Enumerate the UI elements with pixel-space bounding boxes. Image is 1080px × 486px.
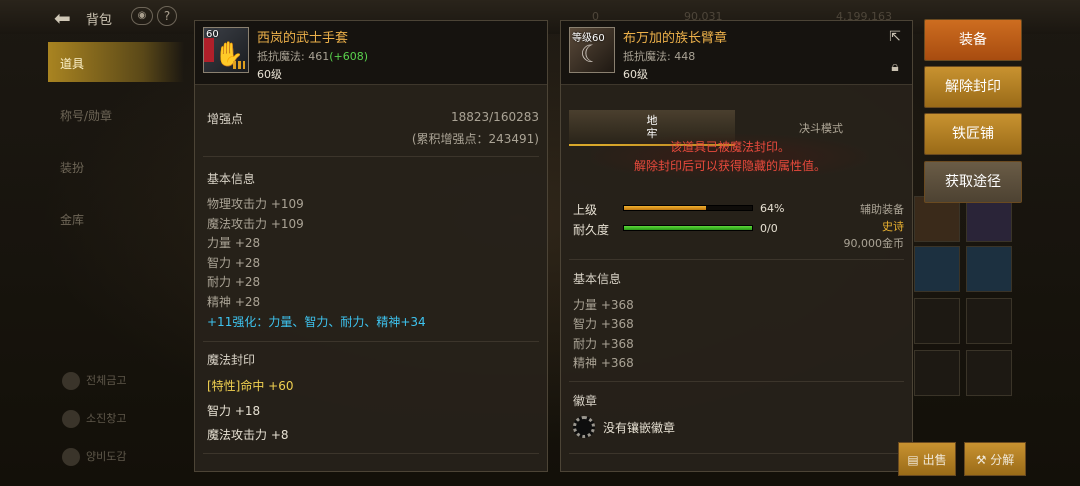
emblem-slot-icon [573,416,595,438]
item-header: ✋ 60 西岚的武士手套 抵抗魔法: 461(+608) 60级 [195,21,547,85]
gloves-icon: ✋ 60 [203,27,249,73]
seal-line: 智力 +18 [207,404,261,418]
magic-seal-title: 魔法封印 [207,353,256,367]
page-title: 背包 [86,13,113,28]
item-name: 布万加的族长臂章 [623,31,728,46]
disassemble-icon: ⚒ [975,453,991,467]
item-level: 60级 [623,68,648,81]
item-header: ☾ 等级60 布万加的族长臂章 抵抗魔法: 448 60级 ⇱ 🔒︎ [561,21,912,85]
divider [569,259,904,260]
nav-tab-avatar[interactable]: 装扮 [48,146,184,186]
nav-tab-vault[interactable]: 金库 [48,198,184,238]
side-link-label: 소진창고 [86,412,127,425]
item-level-badge: 60 [206,29,219,40]
side-link-3[interactable]: 양비도감 [62,448,126,466]
inventory-slot[interactable] [966,298,1012,344]
nav-tab-items[interactable]: 道具 [48,42,184,82]
sell-icon: ▤ [907,453,923,467]
acquire-source-button[interactable]: 获取途径 [924,161,1022,203]
compared-item-tooltip: ☾ 等级60 布万加的族长臂章 抵抗魔法: 448 60级 ⇱ 🔒︎ 地 牢 决… [560,20,913,472]
stat-line: 精神 +368 [573,356,634,370]
stat-line: 魔法攻击力 +109 [207,217,304,231]
enhance-value: 18823/160283 [450,110,539,124]
seal-line: [特性]命中 +60 [207,379,294,393]
side-link-1[interactable]: 전체금고 [62,372,126,390]
grade-label: 上级 [573,203,598,217]
item-level-badge: 等级60 [572,33,605,44]
divider [203,156,539,157]
nav-tab-titles[interactable]: 称号/勋章 [48,94,184,134]
disassemble-label: 分解 [990,453,1015,467]
side-link-label: 양비도감 [86,450,127,463]
divider [569,453,904,454]
stat-line: 智力 +28 [207,256,261,270]
stat-line: 物理攻击力 +109 [207,197,304,211]
stat-line: 智力 +368 [573,317,634,331]
lock-icon[interactable]: 🔒︎ [886,58,904,76]
disassemble-button[interactable]: ⚒ 分解 [964,442,1026,476]
divider [203,341,539,342]
seal-warning: 该道具已被魔法封印。 解除封印后可以获得隐藏的属性值。 [591,134,869,180]
storage-icon [62,410,80,428]
enhance-bonus-line: +11强化：力量、智力、耐力、精神+34 [207,315,426,329]
durability-bar [623,225,753,231]
item-name: 西岚的武士手套 [257,31,349,46]
back-arrow-icon[interactable]: ⬅ [54,6,71,30]
grade-value: 64% [760,202,785,215]
stat-line: 耐力 +28 [207,275,261,289]
side-link-label: 전체금고 [86,374,127,387]
resist-bonus: (+608) [329,50,368,63]
grade-bar-fill [624,206,706,210]
inventory-slot[interactable] [966,246,1012,292]
durability-label: 耐久度 [573,223,610,237]
durability-value: 0/0 [760,222,778,235]
basic-info-title: 基本信息 [573,272,622,286]
item-level: 60级 [257,68,282,81]
basic-info-title: 基本信息 [207,172,256,186]
share-icon[interactable]: ⇱ [886,28,904,46]
equipped-item-tooltip: ✋ 60 西岚的武士手套 抵抗魔法: 461(+608) 60级 增强点 188… [194,20,548,472]
sell-button[interactable]: ▤ 出售 [898,442,956,476]
armband-glyph: ☾ [580,40,602,68]
resist-magic: 抵抗魔法: 461(+608) [257,48,368,64]
enhance-total: (累积增强点：243491) [411,132,539,146]
inventory-slot[interactable] [966,350,1012,396]
stat-line: 耐力 +368 [573,337,634,351]
emblem-empty-text: 没有镶嵌徽章 [603,421,676,435]
inventory-slot[interactable] [914,298,960,344]
item-rarity: 史诗 [882,220,904,233]
item-type: 辅助装备 [860,203,904,216]
side-link-2[interactable]: 소진창고 [62,410,126,428]
seal-warning-line-1: 该道具已被魔法封印。 [669,140,790,154]
stat-line: 力量 +368 [573,298,634,312]
emblem-title: 徽章 [573,394,598,408]
seal-warning-line-2: 解除封印后可以获得隐藏的属性值。 [633,159,826,173]
collection-icon [62,448,80,466]
resist-label: 抵抗魔法: 461 [257,50,330,63]
inventory-slot[interactable] [914,350,960,396]
blacksmith-button[interactable]: 铁匠铺 [924,113,1022,155]
resist-magic: 抵抗魔法: 448 [623,50,696,63]
sell-label: 出售 [922,453,947,467]
seal-line: 魔法攻击力 +8 [207,428,289,442]
grade-bar [623,205,753,211]
unseal-button[interactable]: 解除封印 [924,66,1022,108]
durability-bar-fill [624,226,752,230]
vault-icon [62,372,80,390]
equip-button[interactable]: 装备 [924,19,1022,61]
item-price: 90,000金币 [843,237,905,250]
help-icon[interactable]: ? [157,6,177,26]
stat-line: 力量 +28 [207,236,261,250]
inventory-slot[interactable] [914,246,960,292]
enhance-label: 增强点 [207,112,244,126]
armband-icon: ☾ 等级60 [569,27,615,73]
stat-line: 精神 +28 [207,295,261,309]
equipped-tag [204,38,214,62]
eye-icon[interactable]: ◉ [131,7,153,25]
divider [569,381,904,382]
divider [203,453,539,454]
grade-stripe [233,61,245,69]
